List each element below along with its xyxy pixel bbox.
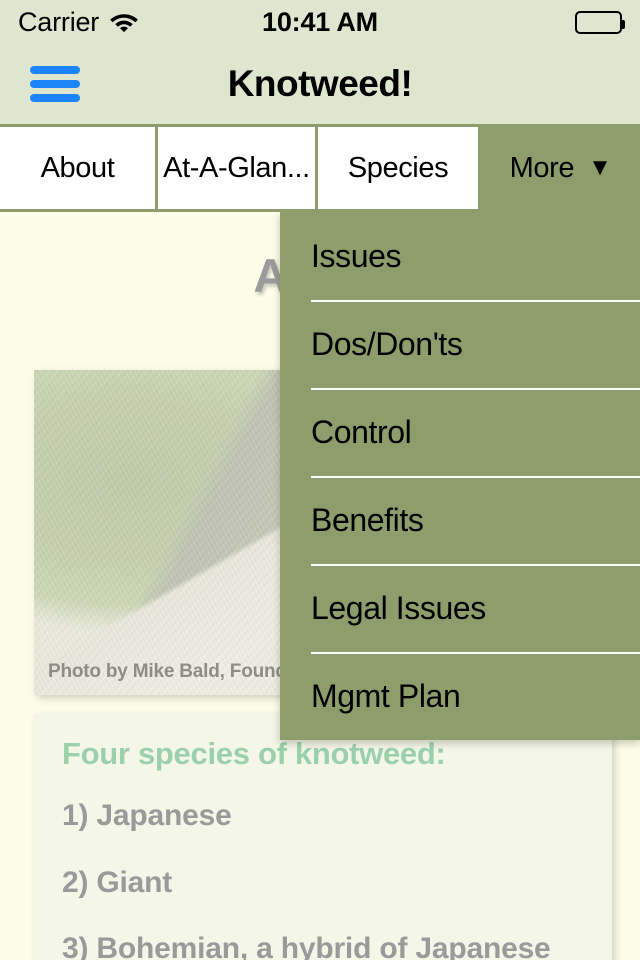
status-bar: Carrier 10:41 AM <box>0 0 640 44</box>
menu-item-label: Benefits <box>311 501 424 538</box>
tab-species[interactable]: Species <box>318 127 481 209</box>
tab-at-a-glance-label: At-A-Glan... <box>163 151 310 184</box>
status-bar-right <box>575 10 625 34</box>
menu-item-dos-donts[interactable]: Dos/Don'ts <box>280 300 640 388</box>
card-heading: Four species of knotweed: <box>62 736 446 771</box>
wifi-icon <box>109 11 139 33</box>
tab-about[interactable]: About <box>0 127 158 209</box>
menu-item-issues[interactable]: Issues <box>280 212 640 300</box>
species-list-item: 2) Giant <box>62 865 173 899</box>
species-list-item: 1) Japanese <box>62 799 232 832</box>
menu-item-mgmt-plan[interactable]: Mgmt Plan <box>280 652 640 740</box>
menu-item-label: Legal Issues <box>311 589 486 626</box>
chevron-down-icon: ▼ <box>588 154 612 181</box>
navigation-bar: Knotweed! <box>0 44 640 124</box>
menu-item-legal-issues[interactable]: Legal Issues <box>280 564 640 652</box>
species-list-item: 3) Bohemian, a hybrid of Japanese and gi… <box>62 932 551 960</box>
page-title: Knotweed! <box>227 63 413 104</box>
menu-item-label: Dos/Don'ts <box>311 325 463 362</box>
battery-full-icon <box>575 10 625 34</box>
tab-more[interactable]: More ▼ <box>481 127 640 209</box>
species-text-card: Four species of knotweed: 1) Japanese 2)… <box>34 714 612 960</box>
tab-species-label: Species <box>347 151 449 184</box>
tab-at-a-glance[interactable]: At-A-Glan... <box>158 127 318 209</box>
menu-item-label: Control <box>311 413 412 450</box>
tab-about-label: About <box>40 151 115 184</box>
hamburger-menu-icon[interactable] <box>30 66 80 102</box>
menu-item-label: Issues <box>311 237 402 274</box>
app-screen: Carrier 10:41 AM Knotweed! About At-A-Gl… <box>0 0 640 960</box>
menu-item-benefits[interactable]: Benefits <box>280 476 640 564</box>
more-dropdown-menu: Issues Dos/Don'ts Control Benefits Legal… <box>280 212 640 740</box>
menu-item-label: Mgmt Plan <box>311 677 461 714</box>
menu-item-control[interactable]: Control <box>280 388 640 476</box>
carrier-label: Carrier <box>18 6 100 37</box>
tab-bar: About At-A-Glan... Species More ▼ <box>0 124 640 212</box>
tab-more-label: More <box>509 151 575 184</box>
status-bar-left: Carrier <box>18 7 139 38</box>
